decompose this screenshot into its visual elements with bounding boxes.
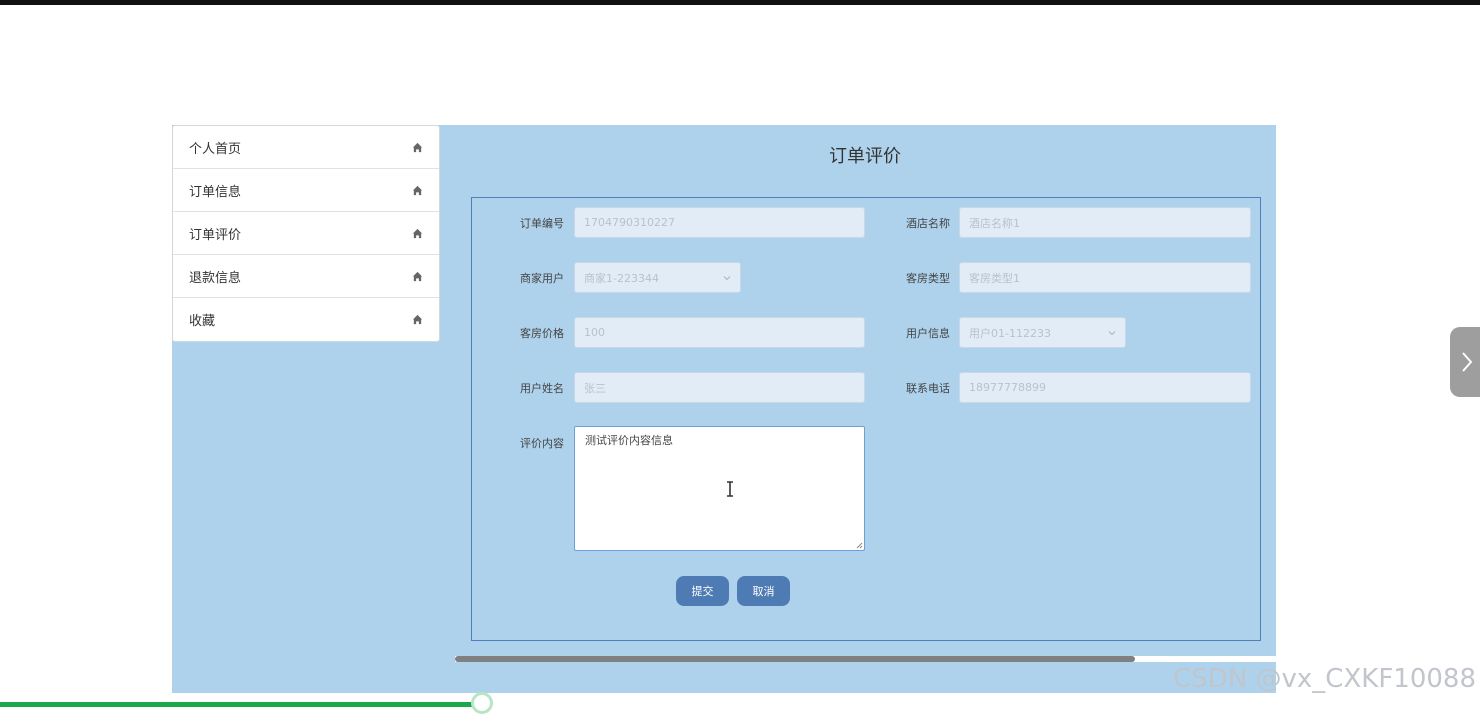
merchant-label: 商家用户 [520, 272, 564, 285]
room-type-value: 客房类型1 [969, 271, 1020, 285]
merchant-value: 商家1-223344 [584, 271, 659, 285]
video-progress-handle[interactable] [471, 692, 493, 714]
sidebar-item-label: 订单评价 [189, 227, 242, 243]
sidebar-item-home[interactable]: 个人首页 [173, 126, 439, 169]
phone-label: 联系电话 [906, 382, 950, 395]
sidebar-item-refunds[interactable]: 退款信息 [173, 255, 439, 298]
home-icon [412, 314, 423, 325]
chevron-down-icon [723, 275, 731, 280]
submit-button[interactable]: 提交 [676, 576, 729, 606]
home-icon [412, 228, 423, 238]
user-info-label: 用户信息 [906, 327, 950, 340]
hotel-name-field[interactable]: 酒店名称1 [959, 207, 1251, 238]
user-name-value: 张三 [584, 381, 606, 395]
chevron-down-icon [1108, 330, 1116, 335]
sidebar-item-label: 个人首页 [189, 141, 242, 157]
watermark: CSDN @vx_CXKF10088 [1173, 664, 1476, 694]
order-no-field[interactable]: 1704790310227 [574, 207, 865, 238]
merchant-select[interactable]: 商家1-223344 [574, 262, 741, 293]
review-textarea[interactable]: 测试评价内容信息 [574, 426, 865, 551]
sidebar-item-label: 订单信息 [189, 184, 242, 200]
review-value: 测试评价内容信息 [585, 434, 673, 447]
user-name-label: 用户姓名 [520, 382, 564, 395]
order-no-value: 1704790310227 [584, 216, 675, 229]
sidebar-item-orders[interactable]: 订单信息 [173, 169, 439, 212]
top-bar [0, 0, 1480, 5]
sidebar-item-order-review[interactable]: 订单评价 [173, 212, 439, 255]
next-page-button[interactable] [1450, 327, 1480, 397]
room-price-field[interactable]: 100 [574, 317, 865, 348]
user-info-value: 用户01-112233 [969, 326, 1051, 340]
sidebar-menu: 个人首页 订单信息 订单评价 退款信息 收藏 [172, 125, 440, 342]
room-type-label: 客房类型 [906, 272, 950, 285]
chevron-right-icon [1462, 352, 1473, 372]
text-cursor-icon [727, 481, 733, 497]
hotel-name-value: 酒店名称1 [969, 216, 1020, 230]
user-name-field[interactable]: 张三 [574, 372, 865, 403]
hotel-name-label: 酒店名称 [906, 217, 950, 230]
room-price-label: 客房价格 [520, 327, 564, 340]
resize-handle-icon[interactable] [856, 542, 863, 549]
room-type-field[interactable]: 客房类型1 [959, 262, 1251, 293]
sidebar-item-label: 退款信息 [189, 270, 242, 286]
home-icon [412, 185, 423, 195]
phone-field[interactable]: 18977778899 [959, 372, 1251, 403]
sidebar-item-label: 收藏 [189, 314, 216, 329]
cancel-button[interactable]: 取消 [737, 576, 790, 606]
phone-value: 18977778899 [969, 381, 1046, 394]
user-info-select[interactable]: 用户01-112233 [959, 317, 1126, 348]
sidebar-item-favorites[interactable]: 收藏 [173, 298, 439, 341]
room-price-value: 100 [584, 326, 605, 339]
horizontal-scrollbar-thumb[interactable] [455, 656, 1135, 662]
video-progress-bar[interactable] [0, 702, 480, 707]
page-title: 订单评价 [829, 146, 901, 167]
home-icon [412, 142, 423, 152]
order-no-label: 订单编号 [520, 217, 564, 230]
home-icon [412, 271, 423, 281]
review-label: 评价内容 [520, 437, 564, 450]
